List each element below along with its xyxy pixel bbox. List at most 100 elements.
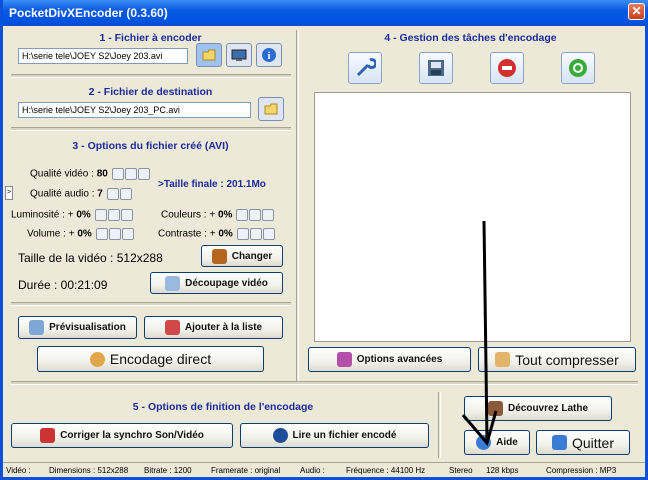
colors-up[interactable]	[262, 209, 275, 221]
film-icon	[211, 248, 227, 264]
volume-up[interactable]	[121, 228, 134, 240]
contrast-down[interactable]	[236, 228, 249, 240]
annotation-arrow	[461, 220, 498, 447]
cut-video-label: Découpage vidéo	[185, 277, 268, 289]
volume-row: Volume : + 0%	[27, 228, 134, 240]
status-audio: Audio :	[300, 466, 325, 475]
preview-label: Prévisualisation	[49, 322, 126, 333]
colors-value: 0%	[217, 209, 233, 221]
video-quality-value: 80	[96, 168, 108, 180]
vertical-divider	[296, 30, 299, 382]
brightness-reset[interactable]	[107, 209, 120, 221]
video-quality-reset[interactable]	[124, 168, 137, 180]
disk-icon	[428, 60, 444, 76]
duration-text: Durée : 00:21:09	[18, 278, 108, 292]
contrast-value: 0%	[218, 228, 233, 240]
video-quality-row: Qualité vidéo : 80	[30, 168, 150, 180]
play-encoded-label: Lire un fichier encodé	[292, 430, 397, 441]
app-window: PocketDivXEncoder (0.3.60) ✕ 1 - Fichier…	[0, 0, 648, 480]
section5-title: 5 - Options de finition de l'encodage	[132, 401, 314, 413]
play-circle-icon	[569, 59, 587, 77]
status-bar: Vidéo : Dimensions : 512x288 Bitrate : 1…	[3, 462, 645, 477]
tasks-save-button[interactable]	[419, 52, 453, 84]
fix-sync-label: Corriger la synchro Son/Vidéo	[60, 430, 204, 441]
open-source-button[interactable]	[196, 43, 222, 67]
add-list-icon	[164, 320, 180, 335]
audio-quality-down[interactable]	[106, 188, 119, 200]
quit-button[interactable]: Quitter	[536, 430, 630, 455]
volume-value: 0%	[77, 228, 92, 240]
video-size-text: Taille de la vidéo : 512x288	[18, 251, 163, 265]
play-disc-icon	[272, 428, 288, 443]
volume-down[interactable]	[95, 228, 108, 240]
expand-side-tab[interactable]: >	[5, 186, 13, 200]
brightness-label: Luminosité : +	[11, 209, 74, 221]
contrast-up[interactable]	[262, 228, 275, 240]
brightness-up[interactable]	[120, 209, 133, 221]
scissors-icon	[165, 275, 181, 291]
colors-row: Couleurs : + 0%	[161, 209, 275, 221]
destination-file-field[interactable]: H:\serie tele\JOEY S2\Joey 203_PC.avi	[18, 102, 251, 118]
status-frequency: Fréquence : 44100 Hz	[346, 466, 426, 475]
source-file-field[interactable]: H:\serie tele\JOEY S2\Joey 203.avi	[18, 48, 188, 64]
close-button[interactable]: ✕	[628, 3, 645, 20]
home-icon	[551, 435, 567, 450]
section3-title: 3 - Options du fichier créé (AVI)	[72, 140, 229, 152]
stop-icon	[498, 59, 516, 77]
audio-quality-up[interactable]	[119, 188, 132, 200]
audio-quality-row: Qualité audio : 7	[30, 188, 132, 200]
sync-icon	[40, 428, 56, 443]
colors-reset[interactable]	[249, 209, 262, 221]
tasks-delete-button[interactable]	[490, 52, 524, 84]
section2-title: 2 - Fichier de destination	[88, 86, 213, 98]
folder-icon	[264, 103, 278, 115]
separator	[11, 127, 291, 131]
separator	[11, 302, 291, 306]
add-to-list-button[interactable]: Ajouter à la liste	[144, 316, 283, 339]
volume-reset[interactable]	[108, 228, 121, 240]
status-framerate: Framerate : original	[211, 466, 281, 475]
separator	[11, 381, 638, 385]
section4-title: 4 - Gestion des tâches d'encodage	[384, 32, 557, 44]
options-icon	[336, 352, 352, 367]
audio-quality-value: 7	[97, 188, 103, 200]
gear-icon	[89, 351, 105, 367]
colors-down[interactable]	[236, 209, 249, 221]
brightness-down[interactable]	[94, 209, 107, 221]
svg-text:i: i	[268, 51, 271, 62]
quit-label: Quitter	[571, 434, 614, 451]
volume-label: Volume : +	[27, 228, 75, 240]
play-encoded-button[interactable]: Lire un fichier encodé	[240, 423, 429, 448]
preview-source-button[interactable]	[226, 43, 252, 67]
preview-icon	[29, 320, 45, 335]
video-quality-up[interactable]	[137, 168, 150, 180]
status-bitrate: Bitrate : 1200	[144, 466, 192, 475]
preview-screen-icon	[231, 49, 247, 61]
info-button[interactable]: i	[256, 43, 282, 67]
window-title: PocketDivXEncoder (0.3.60)	[9, 6, 168, 20]
open-destination-button[interactable]	[258, 97, 284, 121]
status-kbps: 128 kbps	[486, 466, 519, 475]
status-dimensions: Dimensions : 512x288	[49, 466, 129, 475]
wrench-icon	[356, 58, 376, 77]
contrast-reset[interactable]	[249, 228, 262, 240]
direct-encode-button[interactable]: Encodage direct	[37, 346, 264, 372]
brightness-value: 0%	[76, 209, 91, 221]
vertical-divider	[438, 392, 441, 458]
audio-quality-label: Qualité audio :	[30, 188, 95, 200]
contrast-label: Contraste : +	[158, 228, 216, 240]
change-size-button[interactable]: Changer	[201, 245, 283, 267]
video-quality-label: Qualité vidéo :	[30, 168, 94, 180]
tasks-start-button[interactable]	[561, 52, 595, 84]
title-bar[interactable]: PocketDivXEncoder (0.3.60) ✕	[3, 0, 648, 26]
fix-sync-button[interactable]: Corriger la synchro Son/Vidéo	[11, 423, 233, 448]
advanced-options-button[interactable]: Options avancées	[308, 347, 471, 372]
colors-label: Couleurs : +	[161, 209, 216, 221]
status-compression: Compression : MP3	[546, 466, 617, 475]
video-quality-down[interactable]	[111, 168, 124, 180]
tasks-settings-button[interactable]	[348, 52, 382, 84]
preview-button[interactable]: Prévisualisation	[18, 316, 137, 339]
cut-video-button[interactable]: Découpage vidéo	[150, 272, 283, 294]
add-to-list-label: Ajouter à la liste	[184, 322, 263, 333]
compress-all-label: Tout compresser	[515, 351, 619, 368]
